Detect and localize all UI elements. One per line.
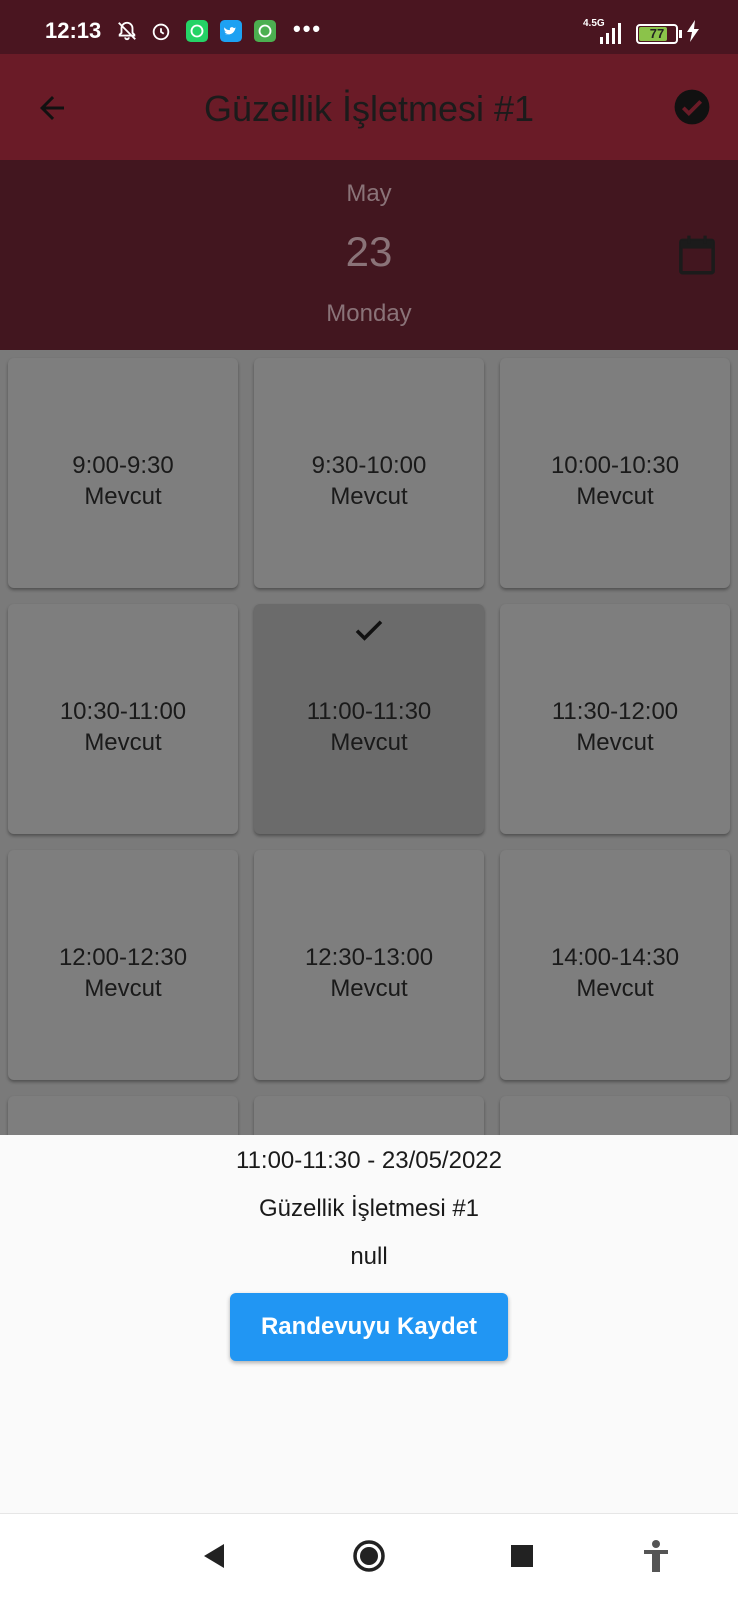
slot-label: 10:00-10:30 Mevcut [500,450,730,512]
slot-time: 14:00-14:30 [550,944,680,971]
battery-percent: 77 [649,26,665,41]
slot-card[interactable]: 9:00-9:30 Mevcut [8,358,238,588]
battery-cap [679,30,682,38]
more-notifications-icon: ••• [293,16,323,41]
slot-time: 12:00-12:30 [58,944,188,971]
nav-home-icon[interactable] [349,1536,389,1576]
slot-card[interactable]: 10:30-11:00 Mevcut [8,604,238,834]
slot-label: 11:00-11:30 Mevcut [254,696,484,758]
slot-label: 10:30-11:00 Mevcut [8,696,238,758]
slot-card[interactable]: 14:00-14:30 Mevcut [500,850,730,1080]
slot-label: 9:00-9:30 Mevcut [8,450,238,512]
slot-status: Mevcut [330,483,408,510]
booking-summary-sheet: 11:00-11:30 - 23/05/2022 Güzellik İşletm… [0,1135,738,1513]
business-name: Güzellik İşletmesi #1 [258,1195,480,1222]
charging-icon [687,20,699,42]
whatsapp-icon [186,20,208,42]
status-bar: 12:13 ••• 4.5G 77 [0,0,738,54]
date-day: 23 [345,228,393,275]
date-header: May 23 Monday [0,160,738,350]
slot-card[interactable]: 10:00-10:30 Mevcut [500,358,730,588]
slot-time: 12:30-13:00 [304,944,434,971]
slot-label: 9:30-10:00 Mevcut [254,450,484,512]
slot-time: 10:00-10:30 [550,452,680,479]
slot-label: 12:00-12:30 Mevcut [8,942,238,1004]
battery-icon: 77 [636,24,678,44]
nav-recents-icon[interactable] [502,1536,542,1576]
check-circle-icon[interactable] [673,88,711,126]
slot-time: 9:30-10:00 [311,452,427,479]
slot-status: Mevcut [84,975,162,1002]
app-bar: Güzellik İşletmesi #1 [0,54,738,160]
slot-time: 10:30-11:00 [59,698,187,725]
slot-card-selected[interactable]: 11:00-11:30 Mevcut [254,604,484,834]
slot-label: 12:30-13:00 Mevcut [254,942,484,1004]
slot-status: Mevcut [84,483,162,510]
bell-off-icon [118,21,136,41]
twitter-icon [220,20,242,42]
signal-icon [600,23,621,44]
slot-card[interactable] [8,1096,238,1135]
slot-card[interactable]: 12:00-12:30 Mevcut [8,850,238,1080]
save-appointment-button[interactable]: Randevuyu Kaydet [230,1293,508,1361]
slot-time: 9:00-9:30 [72,452,174,479]
slot-label: 14:00-14:30 Mevcut [500,942,730,1004]
slot-card[interactable] [254,1096,484,1135]
slot-status: Mevcut [576,729,654,756]
system-nav-bar [0,1513,738,1600]
slot-time: 11:30-12:00 [551,698,679,725]
note-text: null [350,1243,388,1270]
slot-card[interactable]: 9:30-10:00 Mevcut [254,358,484,588]
slot-status: Mevcut [576,975,654,1002]
alarm-icon [152,23,170,41]
slot-card[interactable]: 11:30-12:00 Mevcut [500,604,730,834]
date-weekday: Monday [326,300,412,327]
slot-status: Mevcut [576,483,654,510]
accessibility-icon[interactable] [636,1536,676,1576]
slot-status: Mevcut [330,975,408,1002]
page-title: Güzellik İşletmesi #1 [203,88,535,129]
slot-card[interactable]: 12:30-13:00 Mevcut [254,850,484,1080]
nav-back-icon[interactable] [194,1536,234,1576]
slot-label: 11:30-12:00 Mevcut [500,696,730,758]
calendar-icon[interactable] [677,234,717,276]
time-slot-grid: 9:00-9:30 Mevcut 9:30-10:00 Mevcut 10:00-1… [0,350,738,1135]
app-notification-icon [254,20,276,42]
status-time: 12:13 [45,18,102,43]
date-month: May [346,180,392,207]
slot-time: 11:00-11:30 [306,698,432,725]
check-icon [355,620,383,641]
selected-slot-summary: 11:00-11:30 - 23/05/2022 [236,1147,502,1174]
slot-card[interactable] [500,1096,730,1135]
slot-status: Mevcut [330,729,408,756]
slot-status: Mevcut [84,729,162,756]
